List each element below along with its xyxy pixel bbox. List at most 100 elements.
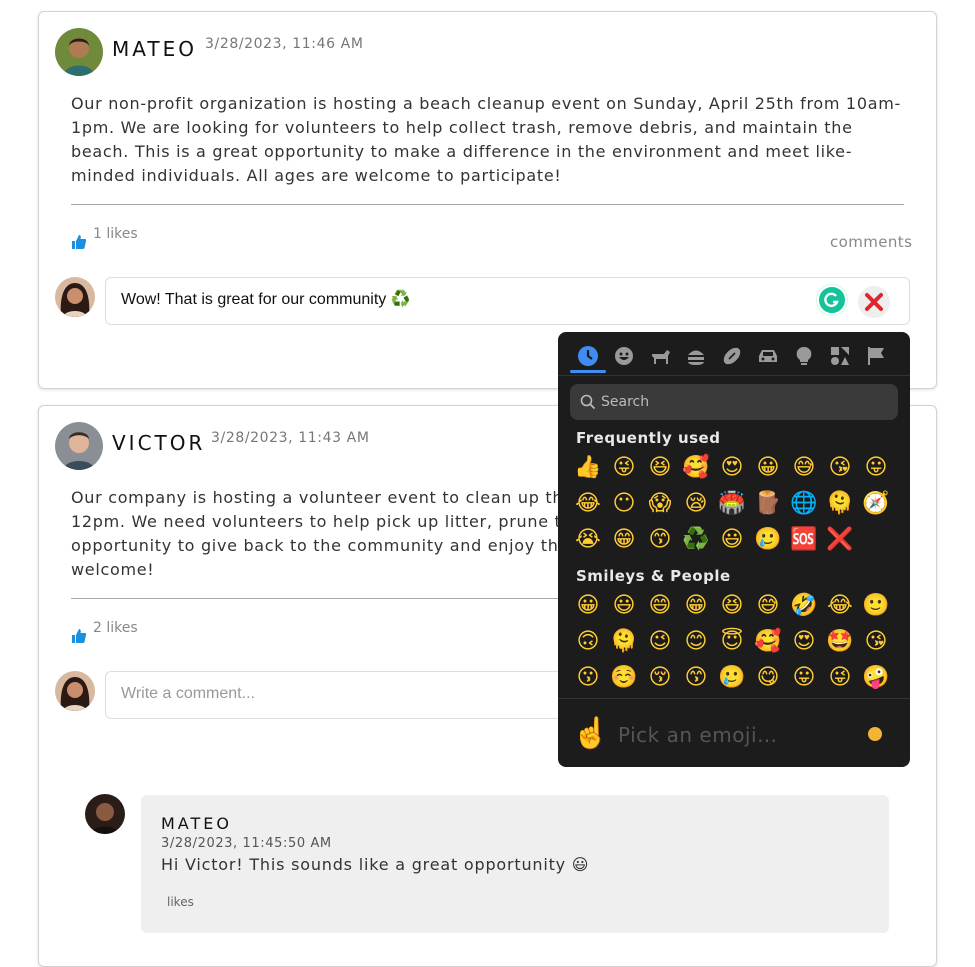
emoji-button[interactable]: 😛: [786, 660, 822, 696]
emoji-search-input[interactable]: Search: [570, 384, 898, 420]
emoji-button[interactable]: 😀: [750, 450, 786, 486]
post-timestamp: 3/28/2023, 11:43 AM: [211, 430, 370, 446]
author-avatar[interactable]: [55, 422, 103, 470]
preview-label: Pick an emoji…: [618, 723, 778, 747]
emoji-button[interactable]: 🫠: [822, 486, 858, 522]
emoji-button[interactable]: 🧭: [858, 486, 894, 522]
grammarly-icon[interactable]: [817, 285, 847, 315]
reply-text: Hi Victor! This sounds like a great oppo…: [161, 855, 590, 874]
emoji-button[interactable]: 😗: [570, 660, 606, 696]
search-placeholder: Search: [601, 394, 650, 410]
reply-author[interactable]: MATEO: [161, 814, 232, 833]
author-avatar[interactable]: [55, 28, 103, 76]
section-title: Smileys & People: [576, 567, 731, 585]
emoji-button[interactable]: 🏟️: [714, 486, 750, 522]
emoji-button[interactable]: 😋: [750, 660, 786, 696]
emoji-button[interactable]: 🙂: [858, 588, 894, 624]
emoji-button[interactable]: 🪵: [750, 486, 786, 522]
emoji-button[interactable]: 😃: [714, 522, 750, 558]
reply-likes[interactable]: likes: [167, 895, 194, 909]
emoji-button[interactable]: 😁: [606, 522, 642, 558]
emoji-picker: Search Frequently used 👍 😜 😆 🥰 😍 😀 😅 😘 😛 😂 😶 😱 😪 🏟️ 🪵 🌐…: [558, 332, 910, 767]
cancel-comment-button[interactable]: [858, 286, 890, 318]
reply-card: MATEO 3/28/2023, 11:45:50 AM Hi Victor! …: [141, 795, 889, 933]
emoji-button[interactable]: 🌐: [786, 486, 822, 522]
close-icon: [865, 293, 883, 311]
emoji-button[interactable]: 😜: [606, 450, 642, 486]
reply-timestamp: 3/28/2023, 11:45:50 AM: [161, 836, 332, 851]
commenter-avatar: [55, 277, 95, 317]
active-tab-indicator: [570, 370, 606, 373]
emoji-button[interactable]: 🤩: [822, 624, 858, 660]
emoji-button[interactable]: 😅: [750, 588, 786, 624]
emoji-button[interactable]: 😘: [822, 450, 858, 486]
emoji-button[interactable]: 😂: [570, 486, 606, 522]
post-timestamp: 3/28/2023, 11:46 AM: [205, 36, 364, 52]
emoji-button[interactable]: 🆘: [786, 522, 822, 558]
smileys-grid: 😀 😃 😄 😁 😆 😅 🤣 😂 🙂 🙃 🫠 😉 😊 😇 🥰 😍 🤩 😘 😗 ☺️ 😚 😙 🥲 😋 😛 😜 🤪: [570, 588, 900, 696]
author-name[interactable]: VICTOR: [112, 431, 205, 455]
emoji-button[interactable]: 👍: [570, 450, 606, 486]
thumbs-up-icon[interactable]: [71, 234, 87, 250]
emoji-button[interactable]: 😇: [714, 624, 750, 660]
activity-icon[interactable]: [718, 342, 746, 370]
emoji-button[interactable]: 🤪: [858, 660, 894, 696]
reply-avatar: [85, 794, 125, 834]
recent-icon[interactable]: [574, 342, 602, 370]
emoji-button[interactable]: 😃: [606, 588, 642, 624]
smiley-icon[interactable]: [610, 342, 638, 370]
emoji-button[interactable]: 🫠: [606, 624, 642, 660]
objects-icon[interactable]: [790, 342, 818, 370]
food-icon[interactable]: [682, 342, 710, 370]
emoji-button[interactable]: 😪: [678, 486, 714, 522]
preview-emoji: ☝️: [572, 716, 610, 751]
emoji-button[interactable]: 🤣: [786, 588, 822, 624]
emoji-button[interactable]: 🥲: [750, 522, 786, 558]
emoji-button[interactable]: 😶: [606, 486, 642, 522]
skin-tone-button[interactable]: [868, 727, 882, 741]
emoji-button[interactable]: ❌: [822, 522, 858, 558]
frequently-used-grid: 👍 😜 😆 🥰 😍 😀 😅 😘 😛 😂 😶 😱 😪 🏟️ 🪵 🌐 🫠 🧭 😭 😁 😙 ♻️ 😃 🥲 🆘 ❌: [570, 450, 900, 558]
comment-input-value[interactable]: Wow! That is great for our community ♻️: [121, 289, 411, 309]
emoji-button[interactable]: 😜: [822, 660, 858, 696]
likes-count: 2 likes: [93, 620, 138, 636]
author-name[interactable]: MATEO: [112, 37, 197, 61]
emoji-button[interactable]: 😛: [858, 450, 894, 486]
divider: [558, 375, 910, 376]
likes-count: 1 likes: [93, 226, 138, 242]
emoji-button[interactable]: 😀: [570, 588, 606, 624]
emoji-button[interactable]: 😂: [822, 588, 858, 624]
emoji-button[interactable]: 🥰: [678, 450, 714, 486]
emoji-button[interactable]: ♻️: [678, 522, 714, 558]
emoji-button[interactable]: 😁: [678, 588, 714, 624]
emoji-button[interactable]: 😭: [570, 522, 606, 558]
emoji-button[interactable]: 😱: [642, 486, 678, 522]
symbols-icon[interactable]: [826, 342, 854, 370]
search-icon: [580, 394, 596, 410]
flags-icon[interactable]: [862, 342, 890, 370]
divider: [71, 204, 904, 205]
emoji-button[interactable]: 😄: [642, 588, 678, 624]
comment-input[interactable]: Wow! That is great for our community ♻️: [105, 277, 910, 325]
emoji-button[interactable]: 🥲: [714, 660, 750, 696]
emoji-button[interactable]: 😉: [642, 624, 678, 660]
emoji-button[interactable]: 😙: [642, 522, 678, 558]
thumbs-up-icon[interactable]: [71, 628, 87, 644]
emoji-category-tabs: [568, 340, 902, 376]
comments-link[interactable]: comments: [830, 233, 912, 251]
emoji-button[interactable]: 🙃: [570, 624, 606, 660]
emoji-button[interactable]: 🥰: [750, 624, 786, 660]
emoji-button[interactable]: 😍: [786, 624, 822, 660]
emoji-button[interactable]: 😆: [642, 450, 678, 486]
emoji-button[interactable]: 😆: [714, 588, 750, 624]
emoji-button[interactable]: 😊: [678, 624, 714, 660]
emoji-button[interactable]: ☺️: [606, 660, 642, 696]
travel-icon[interactable]: [754, 342, 782, 370]
post-body: Our non-profit organization is hosting a…: [71, 94, 901, 185]
animal-icon[interactable]: [646, 342, 674, 370]
emoji-button[interactable]: 😘: [858, 624, 894, 660]
emoji-button[interactable]: 😙: [678, 660, 714, 696]
emoji-button[interactable]: 😍: [714, 450, 750, 486]
emoji-button[interactable]: 😚: [642, 660, 678, 696]
emoji-button[interactable]: 😅: [786, 450, 822, 486]
